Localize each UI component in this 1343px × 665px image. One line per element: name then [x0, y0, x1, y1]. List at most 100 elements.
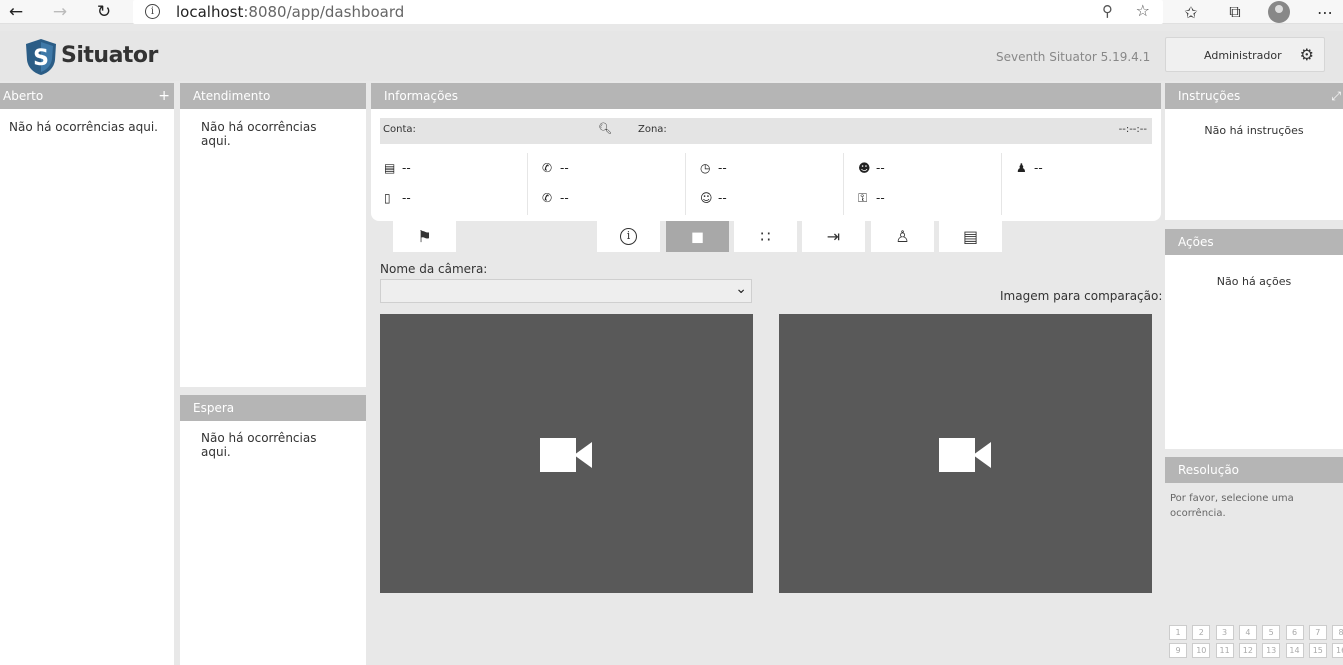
- page-number-button[interactable]: 15: [1308, 643, 1327, 658]
- tab-login-icon[interactable]: ⇥: [802, 221, 865, 252]
- map-location-icon[interactable]: ⚑: [393, 221, 456, 252]
- panel-espera-header: Espera: [180, 395, 366, 421]
- profile-avatar-icon[interactable]: [1268, 1, 1290, 23]
- info-item-phone: ✆ --: [542, 191, 569, 205]
- expand-icon[interactable]: ⤢: [1331, 83, 1341, 109]
- address-bar[interactable]: i localhost:8080/app/dashboard ⚲ ☆: [133, 0, 1163, 24]
- time-text: --:--:--: [1118, 124, 1147, 135]
- zoom-icon[interactable]: ⚲: [1102, 2, 1113, 20]
- page-number-button[interactable]: 2: [1192, 625, 1211, 640]
- page-number-button[interactable]: 7: [1308, 625, 1327, 640]
- page-number-button[interactable]: 8: [1332, 625, 1343, 640]
- page-number-button[interactable]: 4: [1238, 625, 1257, 640]
- users-icon: ☻: [858, 161, 871, 175]
- empty-message: Não há ocorrências aqui.: [201, 120, 317, 148]
- favorite-star-icon[interactable]: ☆: [1136, 1, 1150, 20]
- account-search-row: Conta: 🔍︎ Zona: --:--:--: [380, 118, 1152, 144]
- camera-video[interactable]: [380, 314, 753, 593]
- camera-select[interactable]: ⌄: [380, 279, 752, 303]
- page-number-button[interactable]: 1: [1169, 625, 1187, 640]
- tab-person-icon[interactable]: ♙: [871, 221, 934, 252]
- info-item-clock: ◷ --: [700, 161, 727, 175]
- clock-icon: ◷: [700, 161, 711, 175]
- panel-instrucoes-header: Instruções ⤢: [1165, 83, 1343, 109]
- app-header: S Situator Seventh Situator 5.19.4.1 Adm…: [0, 31, 1343, 81]
- panel-atendimento: Atendimento Não há ocorrências aqui.: [180, 83, 366, 387]
- compare-image-label: Imagem para comparação:: [1000, 289, 1163, 303]
- tab-document-icon[interactable]: ▤: [939, 221, 1002, 252]
- page-number-button[interactable]: 6: [1285, 625, 1304, 640]
- compare-video[interactable]: [779, 314, 1152, 593]
- back-arrow-icon[interactable]: ←: [2, 0, 30, 24]
- favorites-icon[interactable]: ✩: [1180, 0, 1202, 24]
- collections-icon[interactable]: ⧉: [1224, 0, 1246, 24]
- more-menu-icon[interactable]: ⋯: [1314, 0, 1336, 24]
- panel-instrucoes-title: Instruções: [1178, 89, 1241, 103]
- panel-aberto-title: Aberto: [3, 89, 44, 103]
- panel-espera: Espera Não há ocorrências aqui.: [180, 395, 366, 665]
- user-name: Administrador: [1204, 49, 1282, 62]
- tab-info-icon[interactable]: i: [597, 221, 660, 252]
- panel-aberto-header: Aberto +: [0, 83, 174, 109]
- search-icon[interactable]: 🔍︎: [598, 122, 612, 135]
- info-item-phone-in: ✆ --: [542, 161, 569, 175]
- zona-label: Zona:: [638, 124, 667, 135]
- panel-informacoes: Informações Conta: 🔍︎ Zona: --:--:-- ▤ --…: [371, 83, 1161, 221]
- id-card-icon: ▤: [384, 161, 396, 175]
- empty-message: Não há ocorrências aqui.: [9, 120, 158, 134]
- page-number-button[interactable]: 16: [1332, 643, 1343, 658]
- info-grid: ▤ -- ▯ -- ✆ -- ✆ -- ◷ -- ☺ -- ☻ -- ⚿ -- ♟ --: [380, 153, 1152, 215]
- operator-icon: ☺: [700, 191, 713, 205]
- user-icon: ♟: [1016, 161, 1027, 175]
- browser-toolbar: ← → ↻ i localhost:8080/app/dashboard ⚲ ☆…: [0, 0, 1343, 24]
- forward-arrow-icon[interactable]: →: [46, 0, 74, 24]
- tab-camera-icon[interactable]: ◼: [666, 221, 729, 252]
- url-text: localhost:8080/app/dashboard: [176, 3, 405, 21]
- camera-name-label: Nome da câmera:: [380, 262, 488, 276]
- page-number-button[interactable]: 9: [1169, 643, 1187, 658]
- page-number-button[interactable]: 11: [1215, 643, 1234, 658]
- phone-incoming-icon: ✆: [542, 161, 553, 175]
- info-item-user: ♟ --: [1016, 161, 1043, 175]
- version-text: Seventh Situator 5.19.4.1: [996, 50, 1151, 64]
- panel-resolucao-title: Resolução: [1178, 463, 1240, 477]
- page-number-button[interactable]: 13: [1262, 643, 1281, 658]
- page-number-button[interactable]: 5: [1262, 625, 1281, 640]
- panel-informacoes-header: Informações: [371, 83, 1161, 109]
- panel-espera-title: Espera: [193, 401, 235, 415]
- page-number-button[interactable]: 3: [1215, 625, 1234, 640]
- video-camera-icon: [539, 436, 594, 472]
- chevron-down-icon: ⌄: [735, 281, 747, 297]
- document-icon: ▯: [384, 191, 391, 205]
- resolution-message: Por favor, selecione uma ocorrência.: [1170, 493, 1294, 519]
- gear-icon[interactable]: ⚙: [1300, 45, 1314, 64]
- page-number-button[interactable]: 12: [1238, 643, 1257, 658]
- panel-instrucoes: Instruções ⤢ Não há instruções: [1165, 83, 1343, 220]
- panel-acoes-header: Ações: [1165, 229, 1343, 255]
- info-item-operator: ☺ --: [700, 191, 727, 205]
- phone-icon: ✆: [542, 191, 553, 205]
- panel-informacoes-title: Informações: [384, 89, 459, 103]
- empty-message: Não há instruções: [1204, 124, 1304, 137]
- panel-acoes-title: Ações: [1178, 235, 1214, 249]
- panel-acoes: Ações Não há ações: [1165, 229, 1343, 449]
- add-icon[interactable]: +: [158, 83, 170, 109]
- panel-atendimento-title: Atendimento: [193, 89, 271, 103]
- panel-resolucao: Resolução Por favor, selecione uma ocorr…: [1165, 457, 1343, 609]
- empty-message: Não há ocorrências aqui.: [201, 431, 317, 459]
- reload-icon[interactable]: ↻: [90, 0, 118, 24]
- user-menu[interactable]: Administrador ⚙: [1165, 37, 1325, 72]
- panel-aberto: Aberto + Não há ocorrências aqui.: [0, 83, 174, 665]
- page-number-button[interactable]: 14: [1285, 643, 1304, 658]
- tab-grid-icon[interactable]: ∷: [734, 221, 797, 252]
- panel-resolucao-header: Resolução: [1165, 457, 1343, 483]
- logo-text: Situator: [61, 43, 158, 68]
- info-item-document: ▯ --: [384, 191, 411, 205]
- svg-text:S: S: [33, 46, 49, 71]
- info-item-key: ⚿ --: [858, 191, 885, 205]
- site-info-icon[interactable]: i: [145, 4, 160, 19]
- panel-atendimento-header: Atendimento: [180, 83, 366, 109]
- page-number-button[interactable]: 10: [1192, 643, 1211, 658]
- video-camera-icon: [938, 436, 993, 472]
- info-item-id: ▤ --: [384, 161, 411, 175]
